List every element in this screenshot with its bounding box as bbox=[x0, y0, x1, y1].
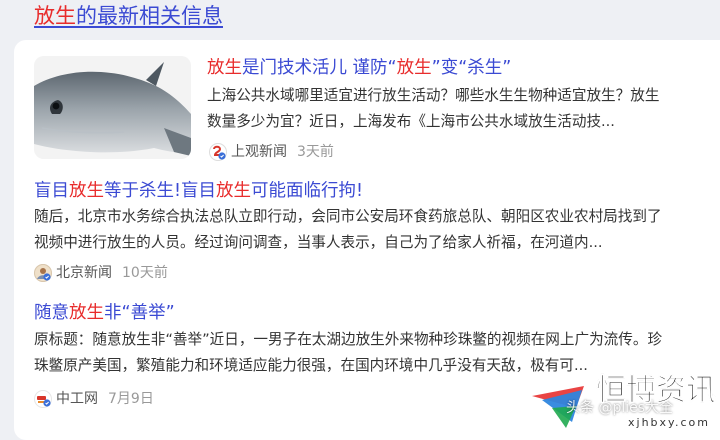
news-title-3[interactable]: 随意放生非“善举” bbox=[34, 301, 175, 325]
shangguan-logo-icon bbox=[209, 143, 227, 161]
news-summary-1: 上海公共水域哪里适宜进行放生活动？哪些水生生物种适宜放生？放生 数量多少为宜？近… bbox=[207, 87, 660, 130]
watermark-brand: 恒博资讯 bbox=[596, 373, 717, 409]
watermark: 头条 @plies大全 恒博资讯 xjhbxy.com bbox=[532, 373, 720, 431]
beijing-news-logo-icon bbox=[34, 264, 52, 282]
news-meta-2: 北京新闻 10天前 bbox=[34, 263, 168, 283]
news-meta-1: 上观新闻 3天前 bbox=[209, 142, 334, 162]
fish-image bbox=[34, 56, 191, 159]
workercn-logo-icon bbox=[34, 390, 52, 408]
section-title[interactable]: 放生的最新相关信息 bbox=[34, 2, 223, 30]
news-title-2[interactable]: 盲目放生等于杀生!盲目放生可能面临行拘! bbox=[34, 179, 363, 203]
watermark-site: xjhbxy.com bbox=[628, 416, 710, 429]
news-summary-2: 随后，北京市水务综合执法总队立即行动，会同市公安局环食药旅总队、朝阳区农业农村局… bbox=[34, 208, 662, 251]
news-title-1[interactable]: 放生是门技术活儿 谨防“放生”变“杀生” bbox=[207, 56, 511, 80]
news-thumbnail-fish[interactable] bbox=[34, 56, 191, 159]
news-meta-3: 中工网 7月9日 bbox=[34, 389, 154, 409]
